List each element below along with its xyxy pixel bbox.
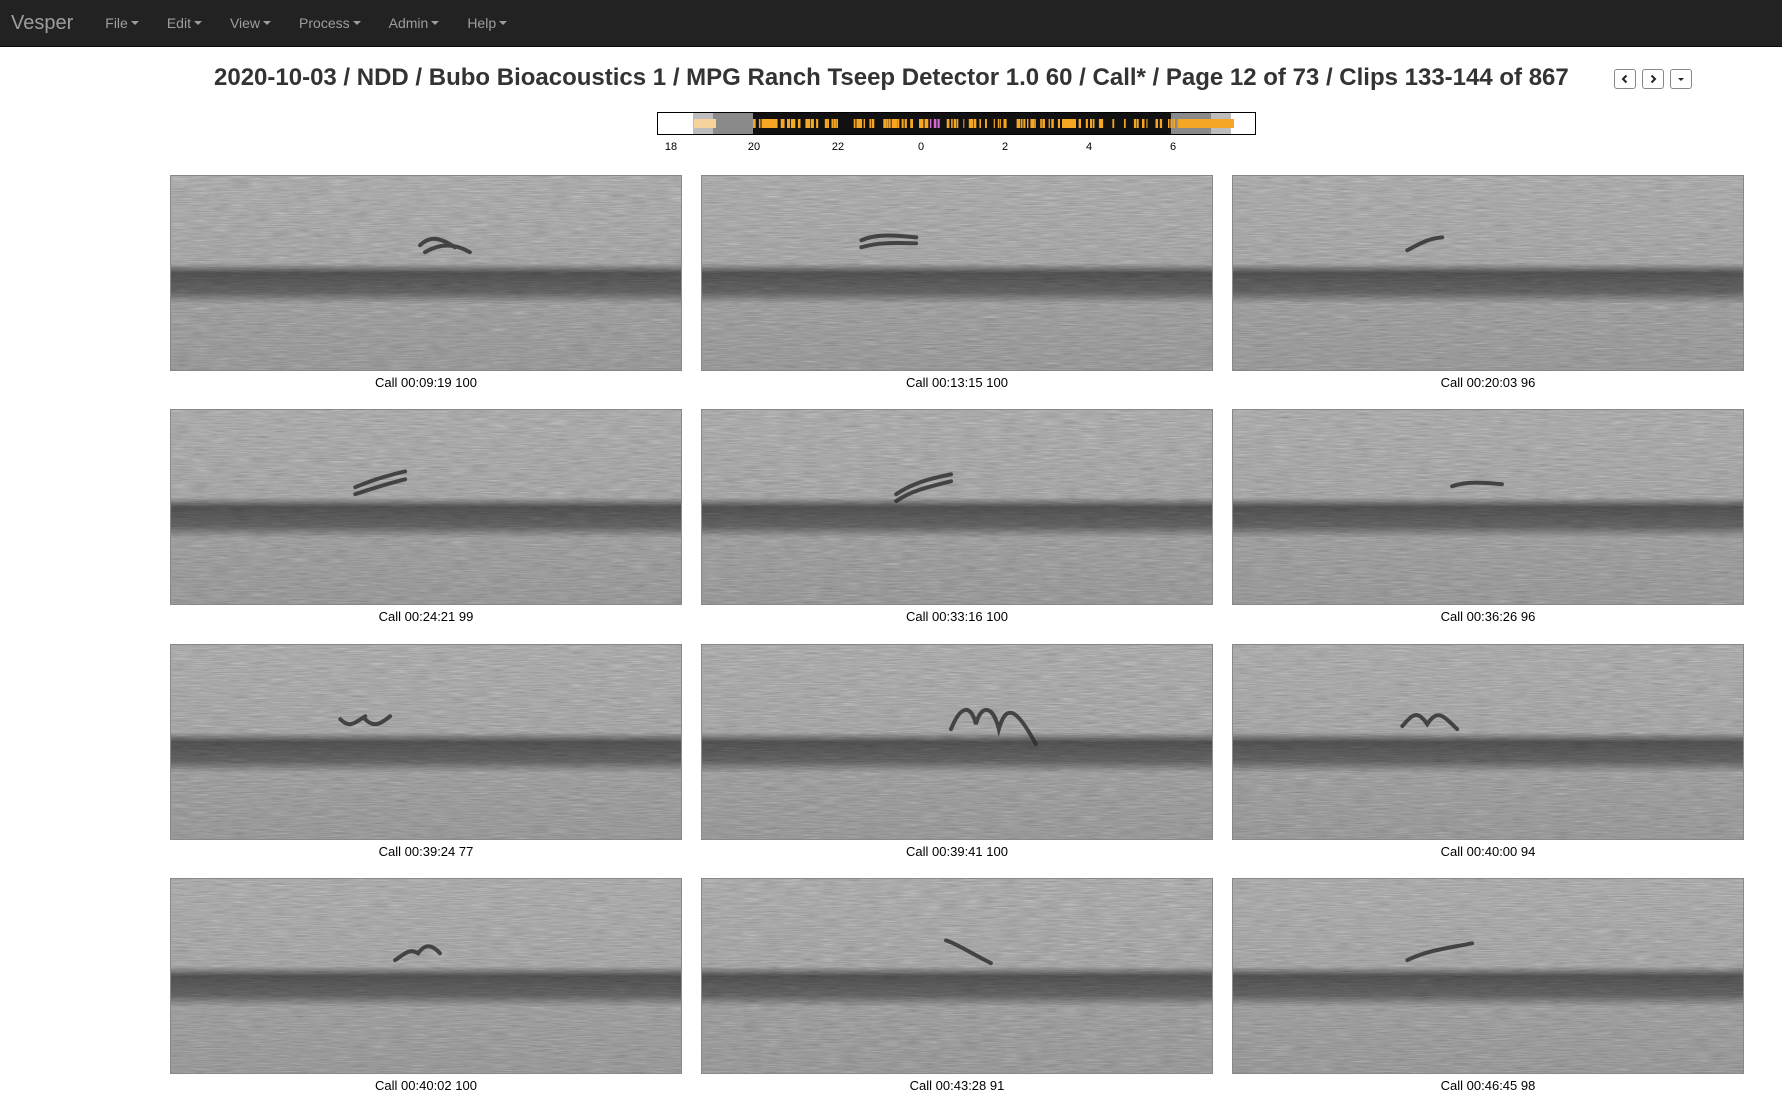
rug-time-axis: 18 20 22 0 2 4 6 — [657, 135, 1256, 155]
rug-plot-svg — [693, 113, 1234, 134]
clip-label: Call 00:40:00 94 — [1440, 844, 1536, 859]
spectrogram-image[interactable] — [701, 175, 1213, 371]
clip-item[interactable]: Call 00:39:24 77 — [170, 644, 682, 859]
clip-label: Call 00:09:19 100 — [375, 375, 477, 390]
caret-down-icon — [431, 21, 440, 25]
spectrogram-image[interactable] — [701, 878, 1213, 1074]
clip-item[interactable]: Call 00:13:15 100 — [701, 175, 1213, 390]
spectrogram-image[interactable] — [1232, 644, 1744, 840]
clip-item[interactable]: Call 00:46:45 98 — [1232, 878, 1744, 1093]
menu-process-label: Process — [299, 15, 350, 31]
rug-tick-label: 20 — [747, 141, 761, 153]
rug-tick-label: 18 — [664, 141, 678, 153]
rug-tick-label: 2 — [1001, 141, 1009, 153]
caret-down-icon — [1678, 78, 1684, 81]
clip-item[interactable]: Call 00:39:41 100 — [701, 644, 1213, 859]
clip-item[interactable]: Call 00:24:21 99 — [170, 409, 682, 624]
rug-tick-label: 4 — [1085, 141, 1093, 153]
next-page-button[interactable] — [1642, 69, 1664, 89]
spectrogram-image[interactable] — [170, 878, 682, 1074]
clip-label: Call 00:40:02 100 — [375, 1078, 477, 1093]
clip-label: Call 00:39:41 100 — [906, 844, 1008, 859]
rug-tick-label: 22 — [831, 141, 845, 153]
clip-item[interactable]: Call 00:36:26 96 — [1232, 409, 1744, 624]
clip-item[interactable]: Call 00:09:19 100 — [170, 175, 682, 390]
spectrogram-image[interactable] — [1232, 878, 1744, 1074]
clip-rug-plot[interactable] — [657, 112, 1256, 135]
clip-item[interactable]: Call 00:40:00 94 — [1232, 644, 1744, 859]
clip-item[interactable]: Call 00:20:03 96 — [1232, 175, 1744, 390]
menu-admin[interactable]: Admin — [375, 15, 454, 31]
rug-tick-label: 6 — [1169, 141, 1177, 153]
clip-label: Call 00:43:28 91 — [909, 1078, 1005, 1093]
caret-down-icon — [263, 21, 272, 25]
clip-item[interactable]: Call 00:43:28 91 — [701, 878, 1213, 1093]
menu-admin-label: Admin — [388, 15, 429, 31]
page-title: 2020-10-03 / NDD / Bubo Bioacoustics 1 /… — [214, 64, 1569, 91]
caret-down-icon — [130, 21, 139, 25]
clip-label: Call 00:13:15 100 — [906, 375, 1008, 390]
menu-edit[interactable]: Edit — [153, 15, 216, 31]
clip-label: Call 00:36:26 96 — [1440, 609, 1536, 624]
spectrogram-image[interactable] — [170, 409, 682, 605]
previous-page-button[interactable] — [1614, 69, 1636, 89]
menu-edit-label: Edit — [166, 15, 191, 31]
menu-bar: File Edit View Process Admin Help — [91, 15, 521, 31]
rug-tick-label: 0 — [917, 141, 925, 153]
caret-down-icon — [352, 21, 361, 25]
spectrogram-image[interactable] — [1232, 175, 1744, 371]
navbar: Vesper File Edit View Process Admin Help — [0, 0, 1782, 47]
page-options-dropdown[interactable] — [1670, 69, 1692, 89]
brand-logo[interactable]: Vesper — [11, 12, 73, 35]
spectrogram-image[interactable] — [170, 644, 682, 840]
clip-label: Call 00:46:45 98 — [1440, 1078, 1536, 1093]
spectrogram-image[interactable] — [701, 409, 1213, 605]
spectrogram-image[interactable] — [170, 175, 682, 371]
chevron-left-icon — [1621, 74, 1628, 84]
menu-help-label: Help — [467, 15, 497, 31]
spectrogram-image[interactable] — [1232, 409, 1744, 605]
clip-label: Call 00:39:24 77 — [378, 844, 474, 859]
clip-label: Call 00:33:16 100 — [906, 609, 1008, 624]
menu-help[interactable]: Help — [453, 15, 521, 31]
menu-process[interactable]: Process — [285, 15, 375, 31]
chevron-right-icon — [1650, 74, 1657, 84]
page-navigation — [1614, 69, 1692, 89]
menu-file-label: File — [105, 15, 128, 31]
menu-view[interactable]: View — [216, 15, 285, 31]
menu-view-label: View — [229, 15, 261, 31]
menu-file[interactable]: File — [91, 15, 153, 31]
clip-label: Call 00:24:21 99 — [378, 609, 474, 624]
clip-item[interactable]: Call 00:33:16 100 — [701, 409, 1213, 624]
clip-item[interactable]: Call 00:40:02 100 — [170, 878, 682, 1093]
spectrogram-image[interactable] — [701, 644, 1213, 840]
caret-down-icon — [499, 21, 508, 25]
caret-down-icon — [193, 21, 202, 25]
clip-label: Call 00:20:03 96 — [1440, 375, 1536, 390]
